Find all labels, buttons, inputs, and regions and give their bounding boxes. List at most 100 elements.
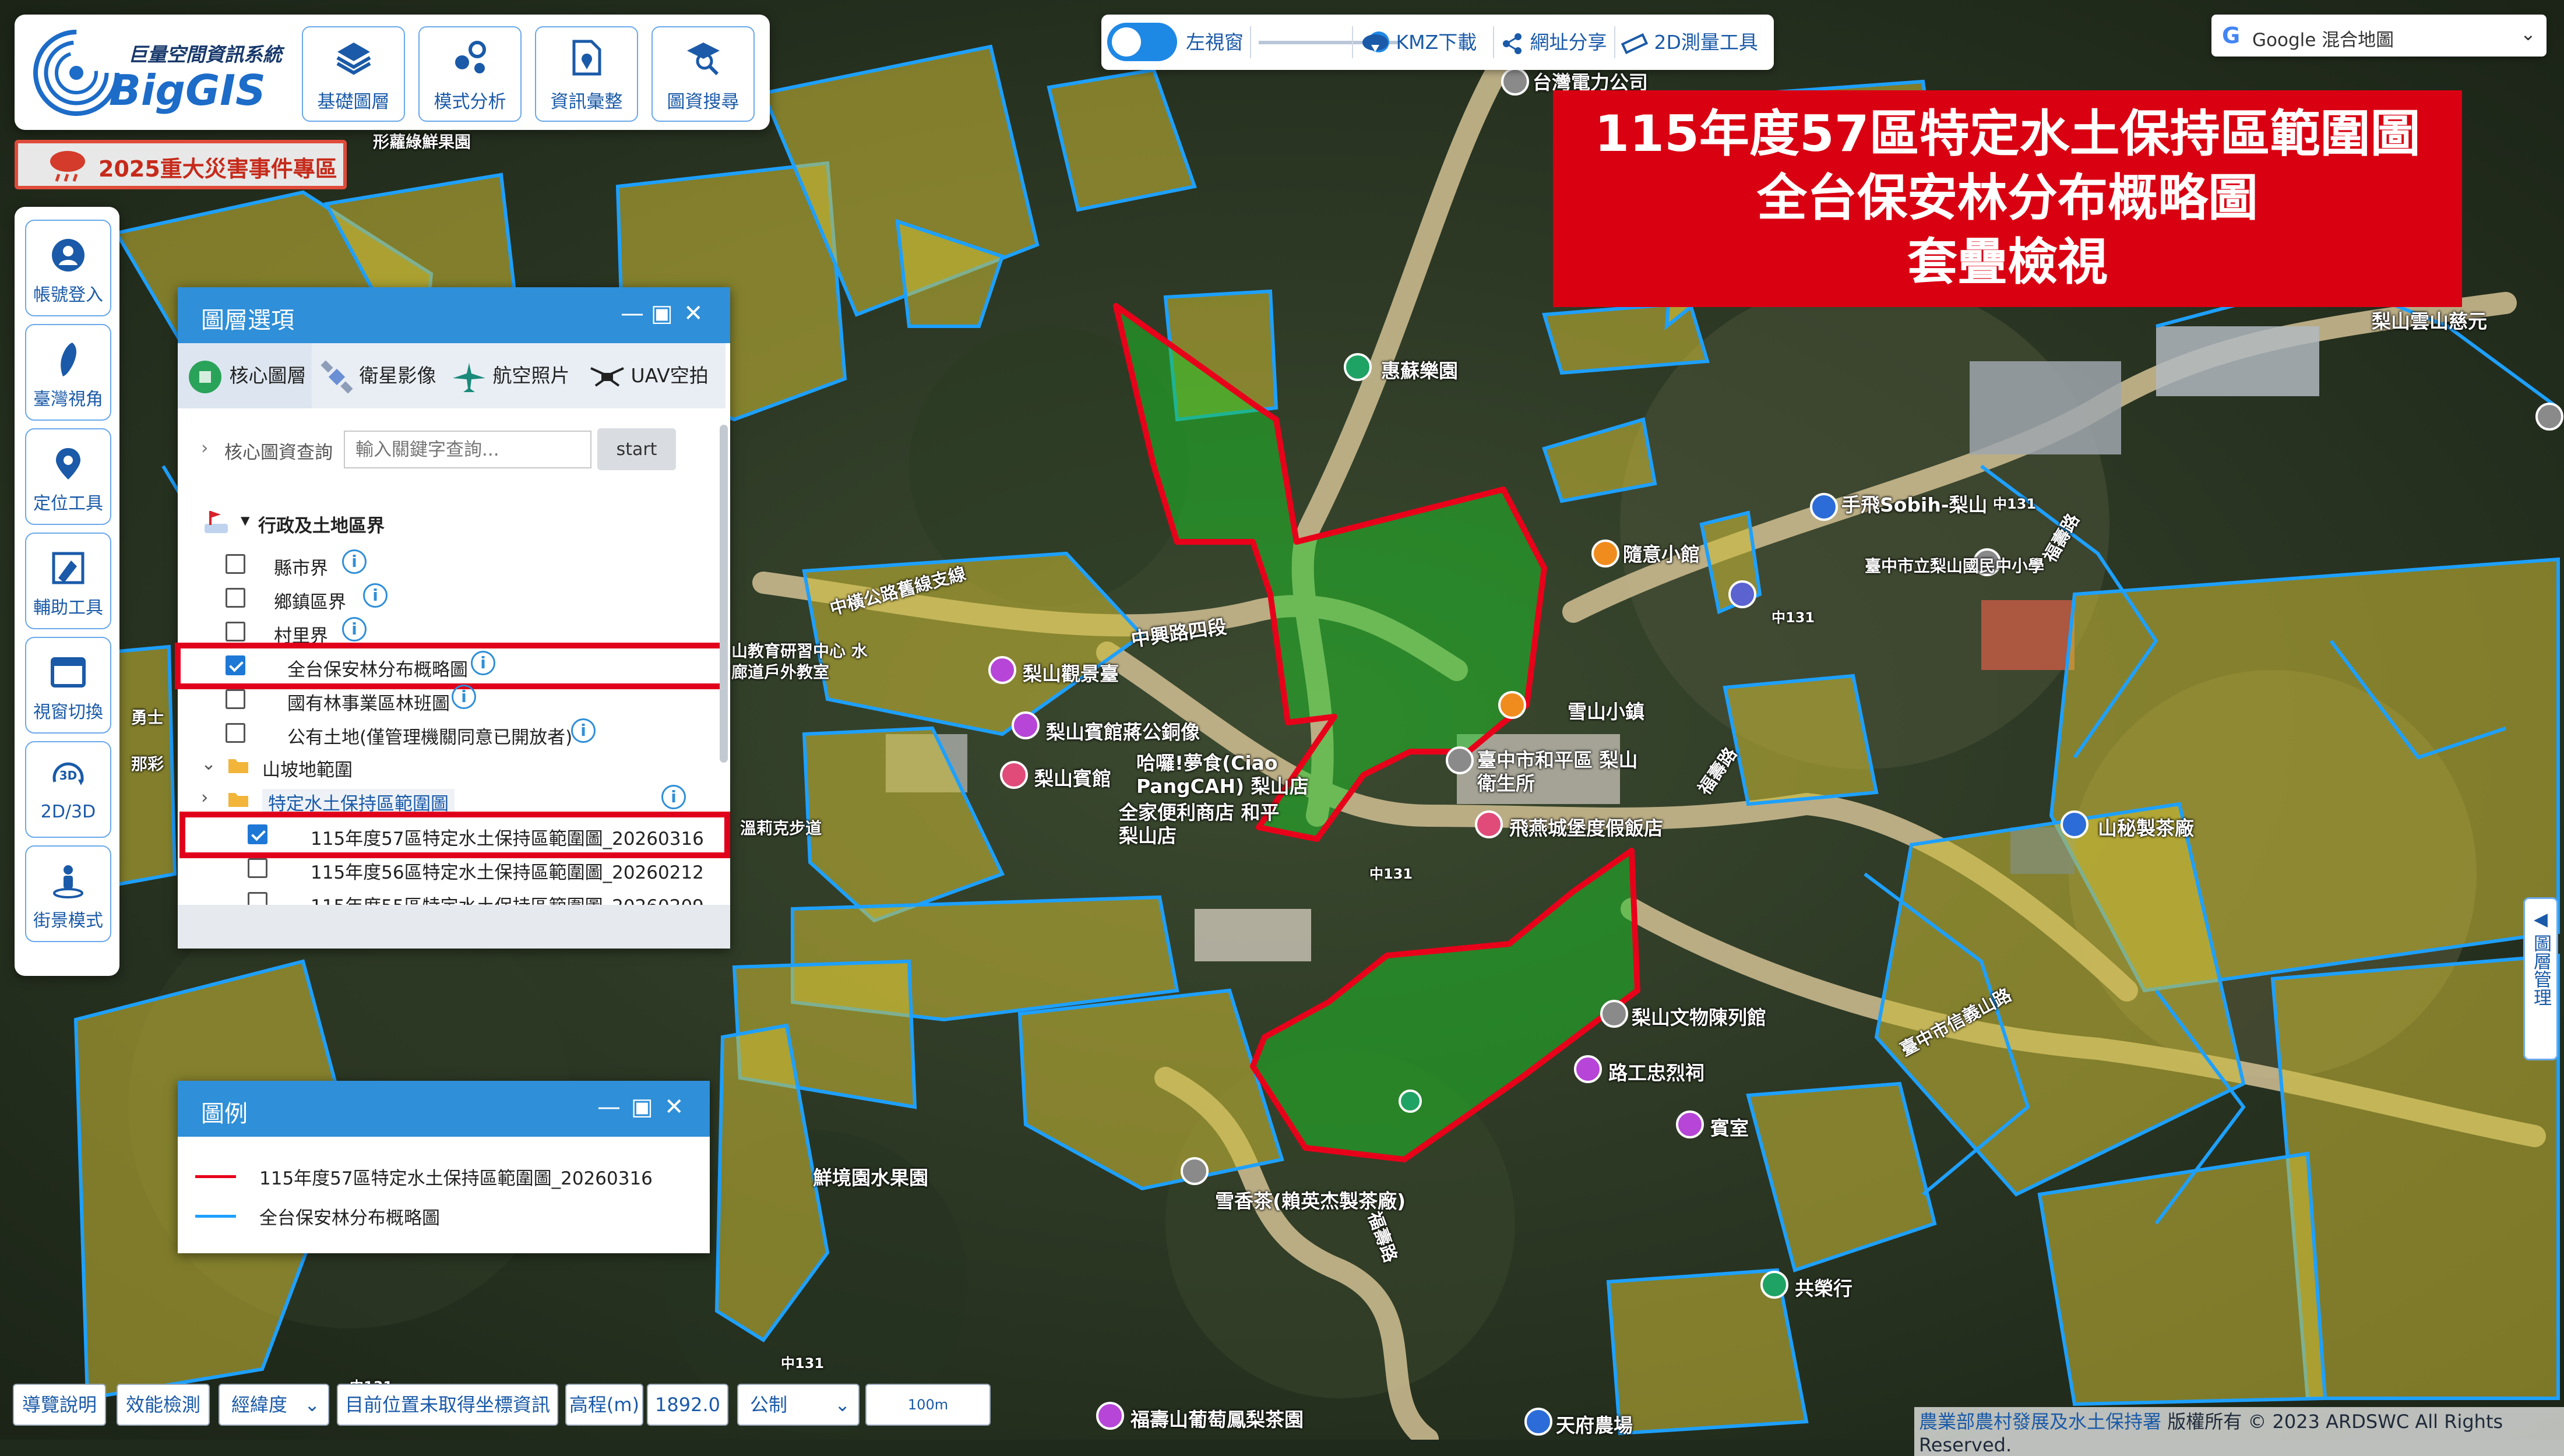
- layer-checkbox[interactable]: [226, 723, 245, 743]
- 2d-3d-toggle-button[interactable]: 3D 2D/3D: [25, 741, 111, 838]
- map-search-button[interactable]: 圖資搜尋: [651, 26, 755, 122]
- user-icon: [52, 239, 84, 272]
- close-icon[interactable]: ✕: [664, 1094, 684, 1120]
- agency-link[interactable]: 農業部農村發展及水土保持署: [1919, 1411, 2161, 1433]
- button-label: 資訊彙整: [550, 91, 623, 112]
- map-label: 雪山小鎮: [1568, 700, 1644, 723]
- expand-arrow-icon[interactable]: ▾: [241, 510, 250, 531]
- tab-satellite[interactable]: 衛星影像: [315, 343, 443, 408]
- coordinate-type-select[interactable]: 經緯度 ⌄: [219, 1384, 329, 1426]
- layer-checkbox[interactable]: [226, 622, 245, 641]
- layer-search-row: › 核心圖資查詢 start: [178, 419, 725, 483]
- legend-window-header[interactable]: 圖例 — ▣ ✕: [178, 1081, 710, 1137]
- info-icon[interactable]: i: [661, 785, 686, 809]
- layer-window-title: 圖層選項: [201, 307, 294, 334]
- auxiliary-tools-button[interactable]: 輔助工具: [25, 533, 111, 629]
- map-label: 山教育研習中心 水廊道戶外教室: [731, 641, 868, 682]
- left-sidebar: 帳號登入 臺灣視角 定位工具 輔助工具 視窗切換 3D 2D/3D 街景模式: [15, 207, 119, 976]
- clipped-row: 115年度55區特定水土保持區範圍圖_20260209: [178, 887, 720, 905]
- window-switch-button[interactable]: 視窗切換: [25, 637, 111, 734]
- tab-uav[interactable]: UAV空拍: [583, 343, 725, 408]
- tab-core-layers[interactable]: 核心圖層: [178, 343, 312, 408]
- tab-aerial-photo[interactable]: 航空照片: [446, 343, 580, 408]
- maximize-icon[interactable]: ▣: [651, 300, 673, 327]
- layer-checkbox[interactable]: [226, 554, 245, 574]
- satellite-icon: [320, 359, 353, 394]
- legend-window-title: 圖例: [201, 1101, 248, 1127]
- tab-label: 衛星影像: [359, 364, 436, 387]
- map-label: 全家便利商店 和平梨山店: [1119, 801, 1280, 847]
- map-label: 梨山文物陳列館: [1632, 1006, 1766, 1029]
- layer-label: 縣市界: [274, 558, 328, 579]
- kmz-download-button[interactable]: KMZ下載: [1361, 15, 1477, 70]
- divider: [1614, 26, 1615, 58]
- layer-checkbox[interactable]: [248, 892, 267, 905]
- legend-swatch-red: [195, 1175, 236, 1178]
- map-label: 山秘製茶廠: [2098, 817, 2194, 840]
- unit-select[interactable]: 公制 ⌄: [737, 1384, 860, 1426]
- info-icon[interactable]: i: [342, 617, 367, 641]
- layer-checkbox[interactable]: [226, 689, 245, 709]
- window-icon: [51, 657, 86, 688]
- 3d-badge: 3D: [59, 768, 78, 782]
- basemap-select[interactable]: G Google 混合地圖 ⌄: [2211, 15, 2547, 57]
- close-icon[interactable]: ✕: [684, 300, 703, 327]
- left-window-toggle[interactable]: [1107, 23, 1177, 61]
- maximize-icon[interactable]: ▣: [631, 1094, 653, 1120]
- location-tool-button[interactable]: 定位工具: [25, 428, 111, 525]
- layer-window-header[interactable]: 圖層選項 — ▣ ✕: [178, 287, 730, 343]
- info-icon[interactable]: i: [342, 549, 367, 574]
- layer-checkbox[interactable]: [226, 588, 245, 608]
- disaster-zone-label: 2025重大災害事件專區: [98, 156, 337, 182]
- info-icon[interactable]: i: [363, 583, 388, 608]
- layer-search-input[interactable]: [344, 431, 591, 468]
- search-start-button[interactable]: start: [597, 428, 676, 470]
- layer-manager-label: 圖層管理: [2530, 934, 2551, 1006]
- info-summary-button[interactable]: 資訊彙整: [535, 26, 638, 122]
- tools-icon: [52, 552, 84, 584]
- tab-label: 核心圖層: [229, 364, 307, 387]
- expand-arrow-icon[interactable]: ⌄: [201, 753, 216, 774]
- share-url-button[interactable]: 網址分享: [1501, 15, 1607, 70]
- layer-manager-tab[interactable]: ◀ 圖層管理: [2523, 897, 2558, 1060]
- info-icon[interactable]: i: [452, 685, 476, 709]
- folder-icon: [228, 793, 248, 807]
- chevron-right-icon[interactable]: ›: [201, 787, 208, 808]
- airplane-icon: [453, 362, 485, 392]
- map-label: 中131: [1771, 609, 1815, 626]
- location-pin-icon: [56, 448, 80, 480]
- map-label: 形蘿綠鮮果園: [373, 132, 471, 151]
- analysis-icon: [455, 41, 486, 73]
- map-label: 手飛Sobih-梨山: [1841, 493, 1988, 516]
- street-view-button[interactable]: 街景模式: [25, 845, 111, 942]
- map-label: 共榮行: [1795, 1277, 1852, 1300]
- drone-icon: [590, 366, 624, 387]
- folder-slope-label[interactable]: 山坡地範圍: [262, 755, 353, 781]
- measure-tool-button[interactable]: 2D測量工具: [1621, 15, 1758, 70]
- minimize-icon[interactable]: —: [621, 300, 644, 327]
- minimize-icon[interactable]: —: [597, 1094, 621, 1120]
- map-label: 中131: [781, 1355, 825, 1372]
- button-label: 基礎圖層: [317, 91, 390, 112]
- basic-layers-button[interactable]: 基礎圖層: [302, 26, 405, 122]
- basemap-value: Google 混合地圖: [2252, 30, 2394, 51]
- model-analysis-button[interactable]: 模式分析: [418, 26, 522, 122]
- info-icon[interactable]: i: [571, 718, 596, 743]
- taiwan-view-button[interactable]: 臺灣視角: [25, 324, 111, 421]
- group-admin-label[interactable]: 行政及土地區界: [258, 511, 385, 537]
- map-label: 哈囉!夢食(Ciao PangCAH) 梨山店: [1136, 752, 1309, 798]
- 3d-icon: 3D: [52, 762, 84, 785]
- map-label: 天府農場: [1556, 1414, 1633, 1437]
- disaster-zone-button[interactable]: 2025重大災害事件專區: [15, 140, 347, 189]
- layer-checkbox[interactable]: [248, 858, 267, 878]
- performance-test-button[interactable]: 效能檢測: [117, 1384, 210, 1426]
- button-label: 模式分析: [434, 91, 506, 112]
- button-label: 2D/3D: [40, 802, 96, 822]
- layer-scrollbar[interactable]: [720, 425, 728, 763]
- account-login-button[interactable]: 帳號登入: [25, 220, 111, 316]
- guide-button[interactable]: 導覽說明: [13, 1384, 106, 1426]
- toggle-knob: [1112, 27, 1141, 57]
- layer-label: 鄉鎮區界: [274, 592, 346, 613]
- map-label: 梨山雲山慈元: [2372, 310, 2487, 333]
- map-label: 臺中市和平區 梨山衛生所: [1477, 749, 1638, 795]
